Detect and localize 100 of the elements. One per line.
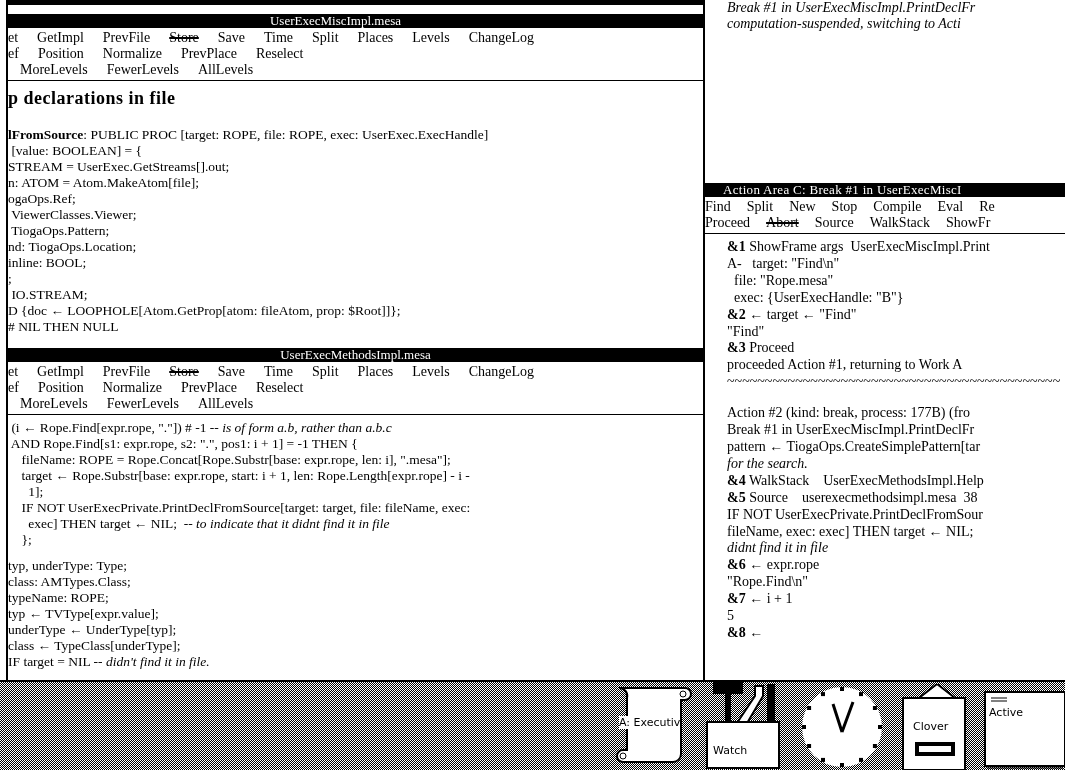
code-line: ; — [8, 271, 13, 287]
log-line: &8 ← — [727, 624, 765, 642]
log-line: "Rope.Find\n" — [727, 574, 810, 592]
log-line: didnt find it in file — [727, 540, 830, 558]
menu-button[interactable]: New — [789, 199, 816, 215]
menu-button[interactable]: Split — [312, 364, 339, 380]
menu-button[interactable]: Reselect — [255, 46, 304, 62]
code-line: [value: BOOLEAN] = { — [10, 143, 144, 159]
menu-button[interactable]: GetImpl — [37, 364, 84, 380]
log-line: IF NOT UserExecPrivate.PrintDeclFromSour — [727, 506, 984, 524]
menu-button[interactable]: Normalize — [102, 380, 162, 396]
menu-button[interactable]: Save — [217, 364, 245, 380]
log-line: &7 ← i + 1 — [727, 591, 794, 609]
menu-button[interactable]: PrevPlace — [180, 46, 237, 62]
code-line: class ← TypeClass[underType]; — [8, 638, 182, 654]
log-line: &2 ← target ← "Find" — [727, 306, 858, 324]
log-line: fileName, exec: exec] THEN target ← NIL; — [727, 523, 975, 541]
menu-button[interactable]: Split — [746, 199, 774, 215]
code-line: ogaOps.Ref; — [8, 191, 77, 207]
menu-button[interactable]: Source — [814, 215, 854, 231]
menu-button[interactable]: GetImpl — [37, 30, 84, 46]
menu-button[interactable]: PrevPlace — [180, 380, 237, 396]
menu-button[interactable]: Split — [312, 30, 339, 46]
icon-label: Active — [989, 706, 1024, 719]
log-line: &3 Proceed — [727, 340, 796, 358]
menu-button[interactable]: AllLevels — [197, 62, 254, 78]
code-line: lFromSource: PUBLIC PROC [target: ROPE, file: ROPE, exec: UserExec.ExecHandle] — [8, 127, 490, 143]
icon-label: Watch — [713, 744, 748, 757]
document-icon[interactable] — [983, 690, 1065, 770]
viewer-title: UserExecMethodsImpl.mesa — [8, 348, 703, 362]
menu-button[interactable]: Find — [705, 199, 731, 215]
code-line: class: AMTypes.Class; — [8, 574, 132, 590]
menu-button[interactable]: Reselect — [255, 380, 304, 396]
menu-button[interactable]: ChangeLog — [468, 30, 534, 46]
menu-button[interactable]: Position — [37, 46, 84, 62]
section-heading: p declarations in file — [8, 88, 177, 109]
log-line: Break #1 in UserExecMiscImpl.PrintDeclFr — [727, 422, 976, 439]
code-line: IF target = NIL -- didn't find it in file. — [8, 654, 211, 670]
menu-button[interactable]: MoreLevels — [20, 62, 88, 78]
menu-button[interactable]: PrevFile — [102, 30, 151, 46]
log-line: computation-suspended, switching to Acti — [726, 16, 962, 32]
icon-label: A: Executiv — [619, 716, 681, 729]
menu-button[interactable]: MoreLevels — [20, 396, 88, 412]
menu-button[interactable]: Position — [37, 380, 84, 396]
code-line: typ, underType: Type; — [8, 558, 128, 574]
code-line: typ ← TVType[expr.value]; — [8, 606, 160, 622]
menu-button[interactable]: Re — [979, 199, 995, 215]
code-line: underType ← UnderType[typ]; — [8, 622, 178, 638]
menu-button[interactable]: ChangeLog — [468, 364, 534, 380]
menu-button[interactable]: Time — [264, 364, 294, 380]
menu-button[interactable]: Levels — [412, 30, 450, 46]
code-line: (i ← Rope.Find[expr.rope, "."]) # -1 -- is of form a.b, rather than a.b.c — [10, 420, 393, 436]
menu-button[interactable]: Proceed — [705, 215, 751, 231]
menu-button[interactable]: AllLevels — [197, 396, 254, 412]
code-line: }; — [20, 532, 33, 548]
log-line: for the search. — [727, 455, 809, 473]
log-line: file: "Rope.mesa" — [733, 272, 835, 290]
log-line: &1 ShowFrame args UserExecMiscImpl.Print — [727, 239, 991, 256]
menu-button[interactable]: Time — [264, 30, 294, 46]
code-line: exec] THEN target ← NIL; -- to indicate that it didnt find it in file — [27, 516, 391, 532]
menu-button[interactable]: Compile — [873, 199, 922, 215]
menu-button[interactable]: Normalize — [102, 46, 162, 62]
log-line: &5 Source userexecmethodsimpl.mesa 38 — [727, 489, 979, 507]
code-line: fileName: ROPE = Rope.Concat[Rope.Substr[base: expr.rope, len: i], ".mesa"]; — [20, 452, 452, 468]
menu-button[interactable]: ef — [8, 46, 19, 62]
icon-label: Clover — [913, 720, 949, 733]
code-line: n: ATOM = Atom.MakeAtom[file]; — [8, 175, 201, 191]
code-line: TiogaOps.Pattern; — [10, 223, 111, 239]
menu-button[interactable]: FewerLevels — [106, 62, 179, 78]
menu-button[interactable]: WalkStack — [869, 215, 930, 231]
viewer-title: Action Area C: Break #1 in UserExecMiscI — [705, 183, 1065, 197]
log-line: Break #1 in UserExecMiscImpl.PrintDeclFr — [726, 0, 977, 16]
code-line: target ← Rope.Substr[base: expr.rope, start: i + 1, len: Rope.Length[expr.rope] - i - — [20, 468, 471, 484]
menu-button[interactable]: Save — [217, 30, 245, 46]
menu-button[interactable]: ef — [8, 380, 19, 396]
code-line: nd: TiogaOps.Location; — [8, 239, 138, 255]
log-line: exec: {UserExecHandle: "B"} — [733, 289, 905, 307]
menu-button[interactable]: Levels — [412, 364, 450, 380]
code-line: D {doc ← LOOPHOLE[Atom.GetProp[atom: fileAtom, prop: $Root]]}; — [8, 303, 402, 319]
log-line: "Find" — [727, 323, 766, 341]
log-line: ~~~~~~~~~~~~~~~~~~~~~~~~~~~~~~~~~~~~~~~~~~~~ — [727, 374, 1062, 392]
log-line: pattern ← TiogaOps.CreateSimplePattern[tar — [727, 438, 982, 456]
menu-button[interactable]: Eval — [937, 199, 964, 215]
menu-button[interactable]: et — [8, 364, 19, 380]
menu-button[interactable]: Places — [357, 30, 394, 46]
code-line: 1]; — [27, 484, 45, 500]
log-line: &6 ← expr.rope — [727, 557, 821, 575]
menu-button[interactable]: Stop — [831, 199, 858, 215]
log-line: Action #2 (kind: break, process: 177B) (fro — [727, 405, 971, 423]
menu-button[interactable]: Places — [357, 364, 394, 380]
code-line: IO.STREAM; — [10, 287, 89, 303]
menu-button[interactable]: ShowFr — [945, 215, 991, 231]
code-line: # NIL THEN NULL — [8, 319, 120, 335]
log-line: 5 — [727, 608, 735, 625]
menu-button[interactable]: et — [8, 30, 19, 46]
code-line: inline: BOOL; — [8, 255, 88, 271]
menu-button[interactable]: FewerLevels — [106, 396, 179, 412]
menu-button[interactable]: PrevFile — [102, 364, 151, 380]
code-line: AND Rope.Find[s1: expr.rope, s2: ".", pos1: i + 1] = -1 THEN { — [9, 436, 359, 452]
code-line: IF NOT UserExecPrivate.PrintDeclFromSource[target: target, file: fileName, exec: — [20, 500, 472, 516]
